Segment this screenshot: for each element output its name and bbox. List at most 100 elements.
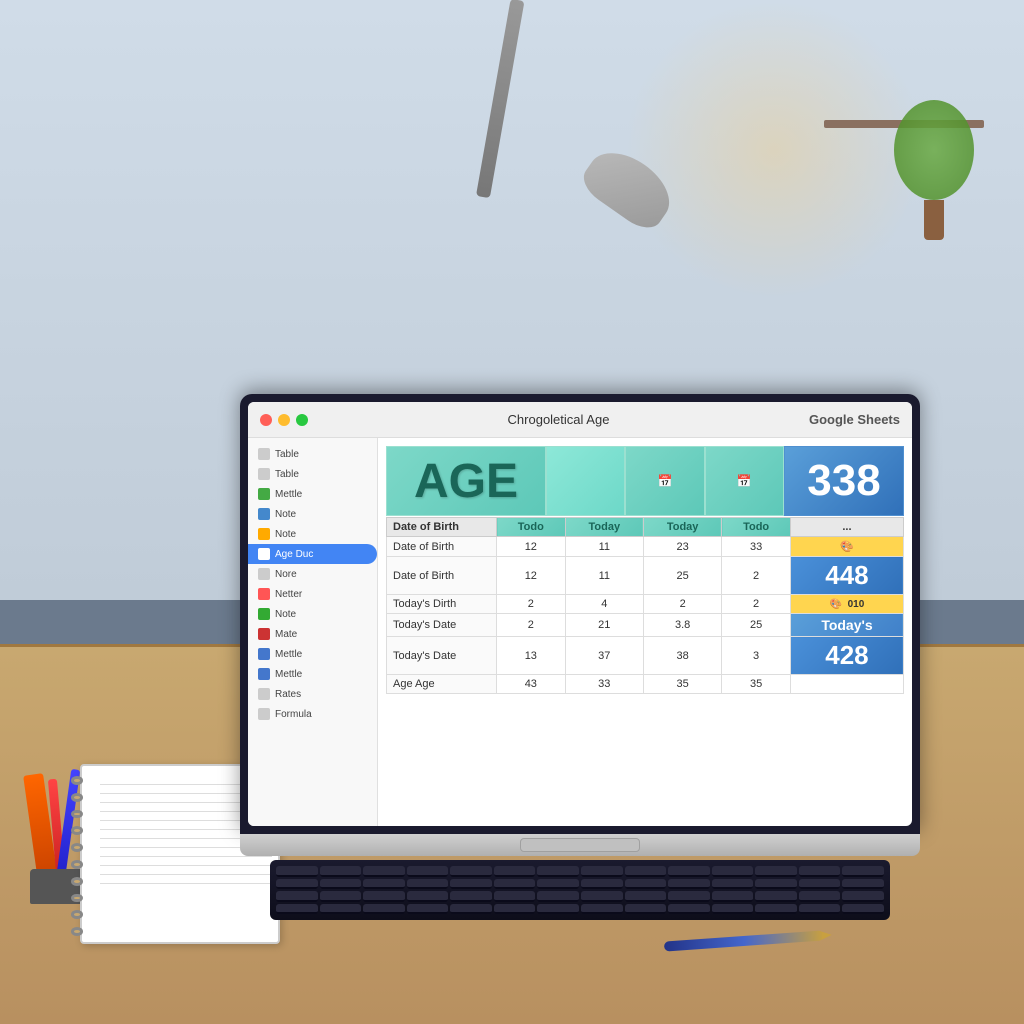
key[interactable] xyxy=(320,891,362,902)
key[interactable] xyxy=(712,904,754,915)
cell-r4c4[interactable]: 25 xyxy=(722,614,791,637)
key[interactable] xyxy=(494,891,536,902)
key[interactable] xyxy=(712,866,754,877)
cell-r3c4[interactable]: 2 xyxy=(722,595,791,614)
key[interactable] xyxy=(537,866,579,877)
key[interactable] xyxy=(363,891,405,902)
key[interactable] xyxy=(842,904,884,915)
key[interactable] xyxy=(363,879,405,890)
cell-r1c2[interactable]: 11 xyxy=(565,537,643,557)
key[interactable] xyxy=(537,891,579,902)
key[interactable] xyxy=(668,866,710,877)
sidebar-item-note2[interactable]: Note xyxy=(248,524,377,544)
cell-r2c4[interactable]: 2 xyxy=(722,557,791,595)
key[interactable] xyxy=(799,904,841,915)
key[interactable] xyxy=(712,879,754,890)
key[interactable] xyxy=(450,866,492,877)
cell-r6c4[interactable]: 35 xyxy=(722,675,791,694)
cell-r1c3[interactable]: 23 xyxy=(643,537,721,557)
key[interactable] xyxy=(450,891,492,902)
sidebar-item-mettle3[interactable]: Mettle xyxy=(248,664,377,684)
sidebar-item-mettle1[interactable]: Mettle xyxy=(248,484,377,504)
key[interactable] xyxy=(625,904,667,915)
cell-r1c4[interactable]: 33 xyxy=(722,537,791,557)
key[interactable] xyxy=(625,866,667,877)
key[interactable] xyxy=(581,891,623,902)
key[interactable] xyxy=(755,879,797,890)
cell-r2c3[interactable]: 25 xyxy=(643,557,721,595)
sidebar-item-age-duc[interactable]: Age Duc xyxy=(248,544,377,564)
cell-r5c3[interactable]: 38 xyxy=(643,637,721,675)
sidebar-item-note3[interactable]: Note xyxy=(248,604,377,624)
cell-r6c3[interactable]: 35 xyxy=(643,675,721,694)
cell-r5c1[interactable]: 13 xyxy=(497,637,566,675)
cell-r4c1[interactable]: 2 xyxy=(497,614,566,637)
key[interactable] xyxy=(668,891,710,902)
key[interactable] xyxy=(581,904,623,915)
cell-r4c2[interactable]: 21 xyxy=(565,614,643,637)
key[interactable] xyxy=(668,904,710,915)
key[interactable] xyxy=(407,891,449,902)
sidebar-item-note1[interactable]: Note xyxy=(248,504,377,524)
key[interactable] xyxy=(276,879,318,890)
key[interactable] xyxy=(276,904,318,915)
key[interactable] xyxy=(668,879,710,890)
sidebar-item-formula[interactable]: Formula xyxy=(248,704,377,724)
maximize-button[interactable] xyxy=(296,414,308,426)
sidebar-item-netter[interactable]: Netter xyxy=(248,584,377,604)
key[interactable] xyxy=(755,891,797,902)
key[interactable] xyxy=(755,904,797,915)
cell-r1c1[interactable]: 12 xyxy=(497,537,566,557)
cell-r2c1[interactable]: 12 xyxy=(497,557,566,595)
close-button[interactable] xyxy=(260,414,272,426)
sidebar-item-nore[interactable]: Nore xyxy=(248,564,377,584)
key[interactable] xyxy=(363,866,405,877)
cell-age-header[interactable]: AGE xyxy=(386,446,546,516)
minimize-button[interactable] xyxy=(278,414,290,426)
key[interactable] xyxy=(537,904,579,915)
key[interactable] xyxy=(407,879,449,890)
key[interactable] xyxy=(581,879,623,890)
sidebar-item-rates[interactable]: Rates xyxy=(248,684,377,704)
key[interactable] xyxy=(450,879,492,890)
trackpad[interactable] xyxy=(520,838,640,852)
cell-r5c4[interactable]: 3 xyxy=(722,637,791,675)
table-row: Today's Date 2 21 3.8 25 Today's xyxy=(387,614,904,637)
sidebar-item-table1[interactable]: Table xyxy=(248,444,377,464)
sidebar-item-mettle2[interactable]: Mettle xyxy=(248,644,377,664)
key[interactable] xyxy=(276,866,318,877)
key[interactable] xyxy=(581,866,623,877)
sidebar-item-mate[interactable]: Mate xyxy=(248,624,377,644)
key[interactable] xyxy=(799,891,841,902)
cell-r6c1[interactable]: 43 xyxy=(497,675,566,694)
key[interactable] xyxy=(276,891,318,902)
cell-r2c2[interactable]: 11 xyxy=(565,557,643,595)
key[interactable] xyxy=(799,866,841,877)
key[interactable] xyxy=(842,891,884,902)
key[interactable] xyxy=(494,904,536,915)
key[interactable] xyxy=(450,904,492,915)
key[interactable] xyxy=(407,866,449,877)
cell-r5c2[interactable]: 37 xyxy=(565,637,643,675)
sidebar-item-table2[interactable]: Table xyxy=(248,464,377,484)
cell-r3c2[interactable]: 4 xyxy=(565,595,643,614)
cell-r6c2[interactable]: 33 xyxy=(565,675,643,694)
key[interactable] xyxy=(494,879,536,890)
key[interactable] xyxy=(537,879,579,890)
key[interactable] xyxy=(712,891,754,902)
key[interactable] xyxy=(799,879,841,890)
key[interactable] xyxy=(320,866,362,877)
cell-r3c1[interactable]: 2 xyxy=(497,595,566,614)
key[interactable] xyxy=(363,904,405,915)
key[interactable] xyxy=(494,866,536,877)
key[interactable] xyxy=(842,879,884,890)
key[interactable] xyxy=(625,891,667,902)
cell-r4c3[interactable]: 3.8 xyxy=(643,614,721,637)
key[interactable] xyxy=(320,904,362,915)
key[interactable] xyxy=(842,866,884,877)
key[interactable] xyxy=(407,904,449,915)
key[interactable] xyxy=(320,879,362,890)
key[interactable] xyxy=(625,879,667,890)
key[interactable] xyxy=(755,866,797,877)
cell-r3c3[interactable]: 2 xyxy=(643,595,721,614)
